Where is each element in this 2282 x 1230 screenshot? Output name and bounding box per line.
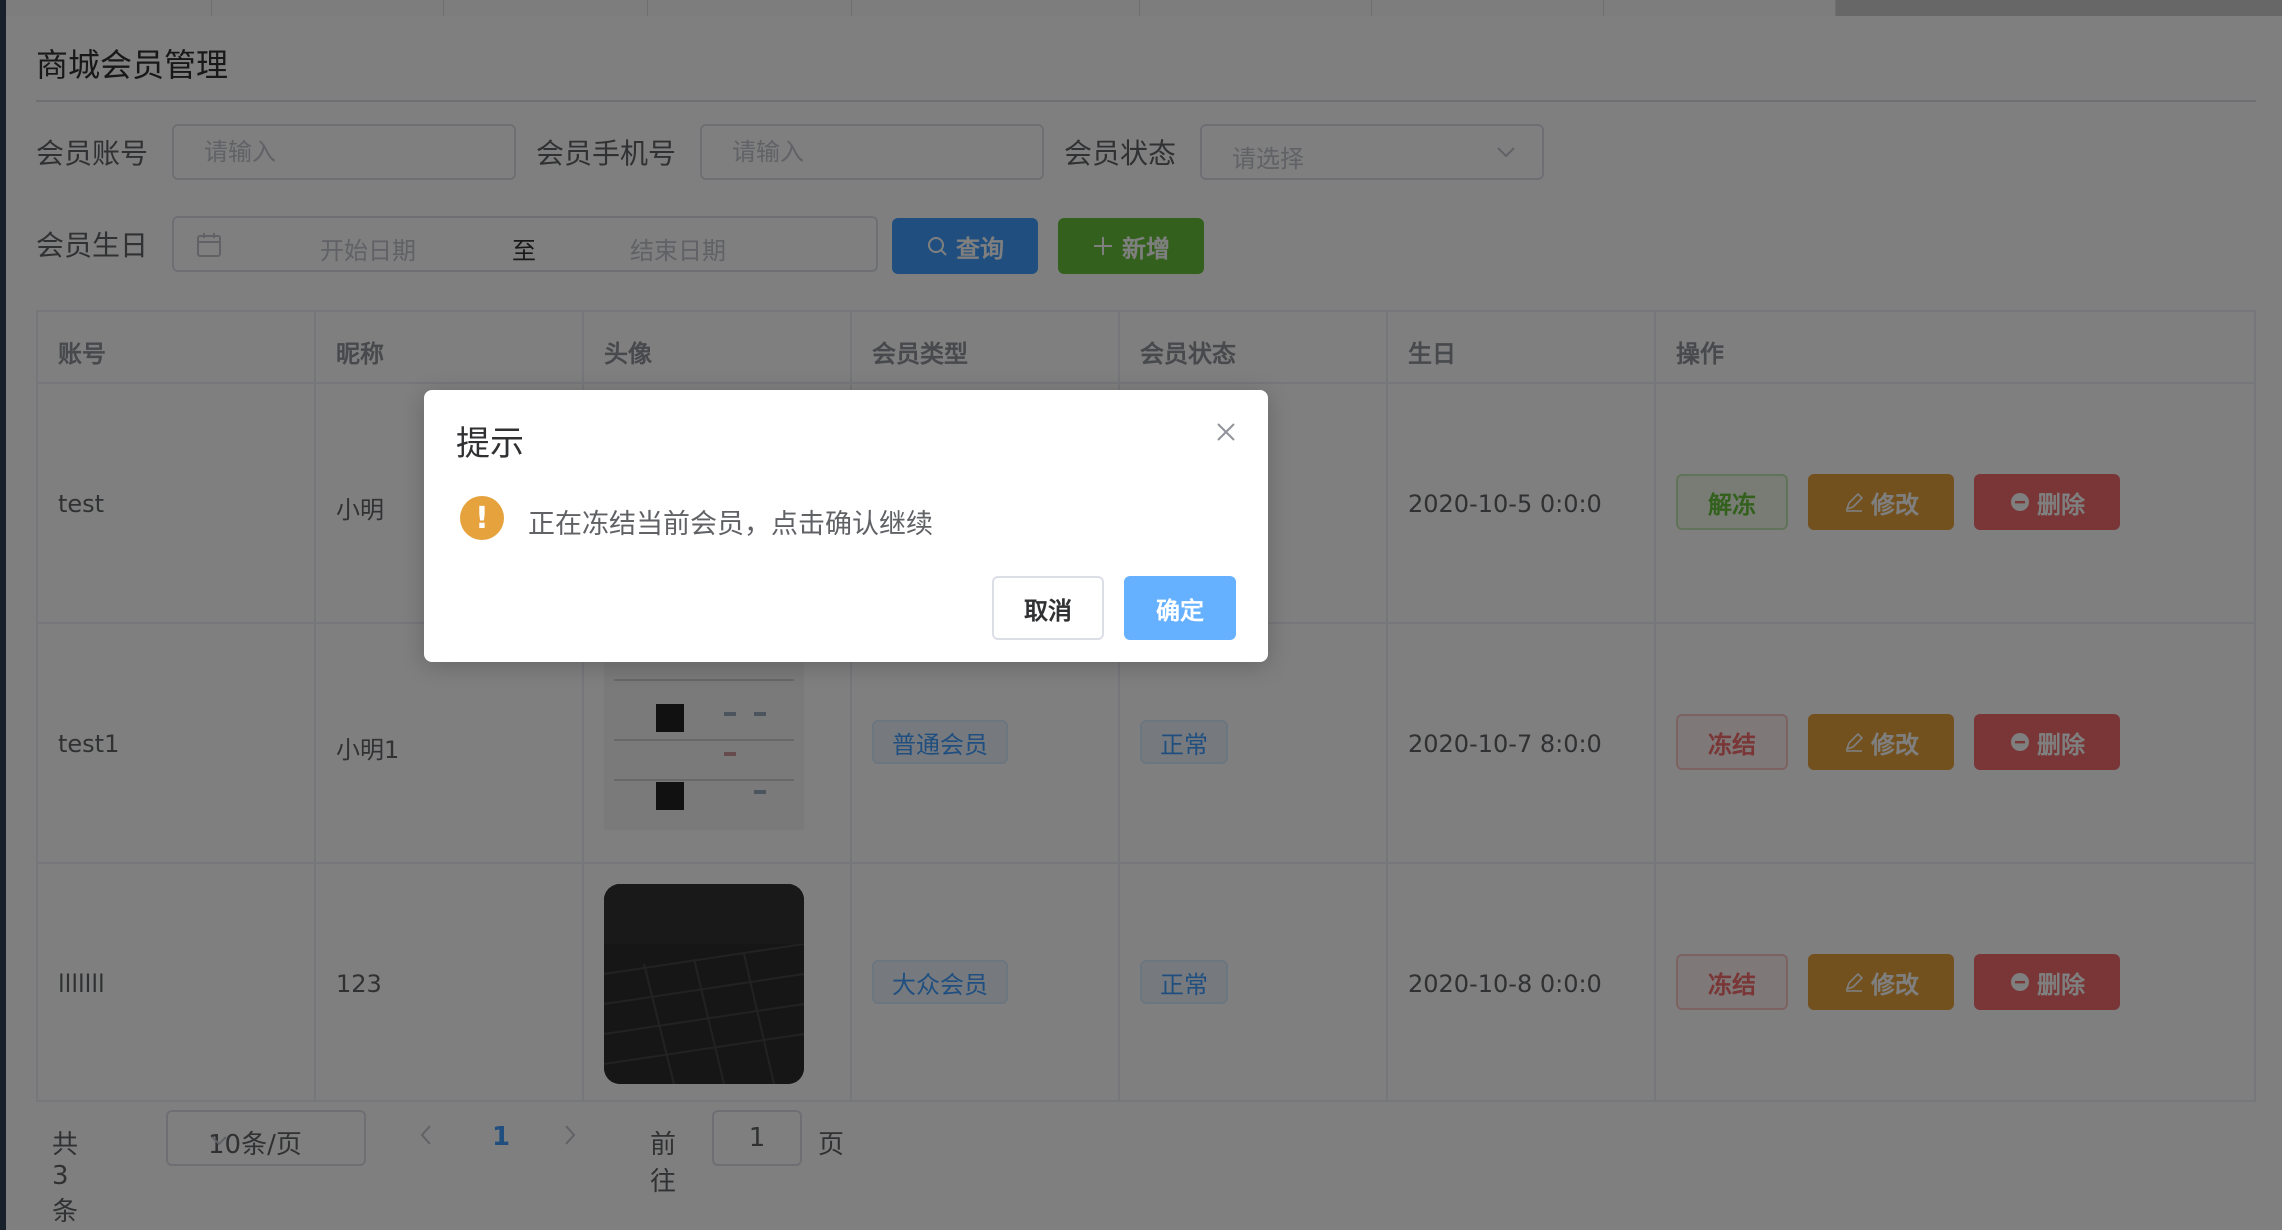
dialog-title: 提示	[456, 424, 524, 464]
confirm-dialog: 提示 ! 正在冻结当前会员，点击确认继续 取消 确定	[424, 390, 1268, 662]
cancel-button[interactable]: 取消	[992, 576, 1104, 640]
confirm-button[interactable]: 确定	[1124, 576, 1236, 640]
dialog-message: 正在冻结当前会员，点击确认继续	[528, 509, 933, 540]
warning-icon: !	[460, 496, 504, 540]
close-icon[interactable]	[1214, 420, 1238, 448]
